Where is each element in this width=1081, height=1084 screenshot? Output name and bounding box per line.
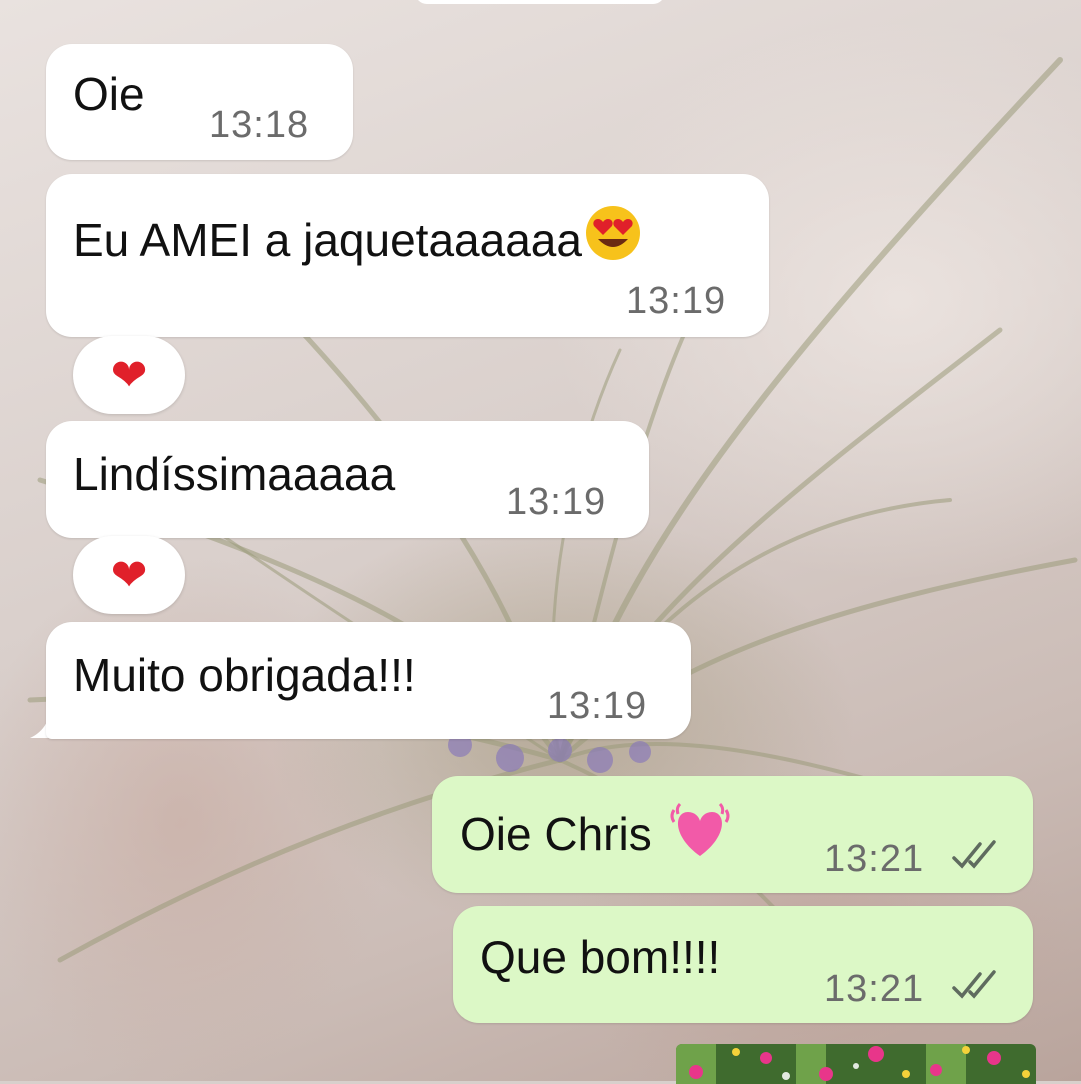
outgoing-message[interactable]: Oie Chris 13:21 bbox=[432, 776, 1033, 893]
heart-icon: ❤ bbox=[110, 350, 148, 400]
image-attachment[interactable] bbox=[676, 1044, 1036, 1084]
incoming-message[interactable]: Lindíssimaaaaa 13:19 bbox=[46, 421, 649, 538]
heart-icon: ❤ bbox=[110, 550, 148, 600]
flowers-photo-icon bbox=[676, 1044, 1036, 1084]
message-time: 13:19 bbox=[547, 685, 648, 727]
previous-message-edge bbox=[415, 0, 665, 4]
growing-heart-emoji bbox=[668, 800, 732, 870]
incoming-message[interactable]: Muito obrigada!!! 13:19 bbox=[46, 622, 691, 739]
message-text: Oie Chris bbox=[460, 800, 732, 870]
message-time: 13:19 bbox=[506, 481, 607, 523]
message-text: Oie bbox=[73, 68, 145, 120]
outgoing-message[interactable]: Que bom!!!! 13:21 bbox=[453, 906, 1033, 1023]
message-text: Eu AMEI a jaquetaaaaaa bbox=[73, 204, 642, 272]
reaction-badge[interactable]: ❤ bbox=[73, 536, 185, 614]
message-text: Lindíssimaaaaa bbox=[73, 448, 396, 500]
incoming-message[interactable]: Oie 13:18 bbox=[46, 44, 353, 160]
heart-eyes-emoji bbox=[584, 204, 642, 272]
read-receipt-icon bbox=[952, 970, 996, 999]
read-receipt-icon bbox=[952, 840, 996, 869]
message-text-content: Oie Chris bbox=[460, 808, 652, 860]
message-text: Que bom!!!! bbox=[480, 931, 721, 983]
incoming-message[interactable]: Eu AMEI a jaquetaaaaaa 13:19 bbox=[46, 174, 769, 337]
message-time: 13:21 bbox=[824, 838, 925, 880]
message-time: 13:21 bbox=[824, 968, 925, 1010]
message-time: 13:19 bbox=[626, 280, 727, 322]
message-time: 13:18 bbox=[209, 104, 310, 146]
message-text-content: Eu AMEI a jaquetaaaaaa bbox=[73, 214, 582, 266]
reaction-badge[interactable]: ❤ bbox=[73, 336, 185, 414]
message-text: Muito obrigada!!! bbox=[73, 649, 416, 701]
